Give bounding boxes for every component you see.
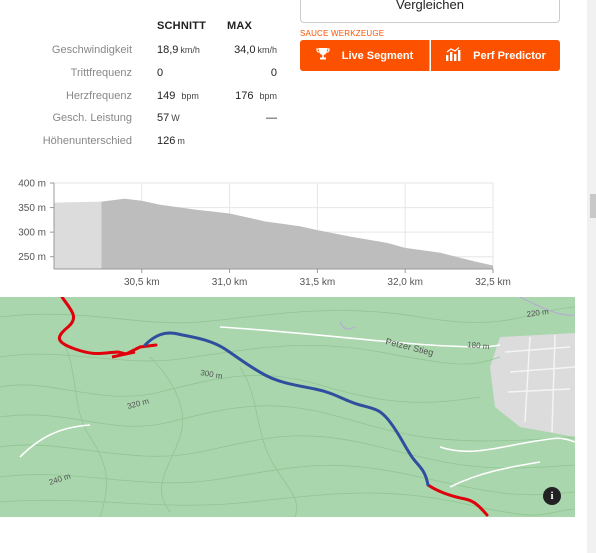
stat-label: Trittfrequenz: [70, 67, 132, 79]
scrollbar[interactable]: [587, 0, 596, 553]
stat-average: 149: [157, 90, 176, 102]
stat-average: 0: [157, 67, 164, 79]
elevation-chart[interactable]: 400 m 350 m 300 m 250 m 30,5 km 31,0 km 31,5 k…: [0, 175, 596, 293]
perf-predictor-label: Perf Predictor: [473, 49, 546, 62]
map-canvas: Petzer Stieg 220 m 180 m 300 m 320 m 240…: [0, 297, 575, 517]
elevation-chart-svg: 400 m 350 m 300 m 250 m 30,5 km 31,0 km 31,5 k…: [18, 179, 511, 289]
stat-average: 18,9: [157, 44, 179, 56]
route-map[interactable]: Petzer Stieg 220 m 180 m 300 m 320 m 240…: [0, 297, 575, 517]
sauce-tools-heading: SAUCE WERKZEUGE: [300, 29, 385, 38]
activity-stats-table: SCHNITT MAX Geschwindigkeit 18,9 km/h 34,…: [0, 0, 300, 170]
stat-label: Geschwindigkeit: [51, 44, 132, 56]
stat-label: Gesch. Leistung: [52, 112, 133, 124]
y-tick-label: 350 m: [18, 203, 46, 214]
perf-predictor-button[interactable]: Perf Predictor: [431, 40, 560, 71]
x-tick-label: 30,5 km: [124, 277, 160, 288]
compare-button[interactable]: Vergleichen: [300, 0, 560, 23]
stat-max: 0: [270, 67, 277, 79]
x-tick-label: 31,5 km: [300, 277, 336, 288]
scrollbar-thumb[interactable]: [590, 194, 596, 218]
stat-row-elevation: Höhenunterschied 126 m: [0, 135, 300, 153]
y-tick-label: 300 m: [18, 228, 46, 239]
stat-unit: km/h: [257, 45, 277, 55]
stat-max: 176: [235, 90, 254, 102]
column-header-max: MAX: [227, 20, 253, 32]
y-tick-label: 250 m: [18, 252, 46, 263]
live-segment-label: Live Segment: [341, 49, 414, 62]
stat-max: —: [266, 112, 277, 124]
stat-average: 126: [157, 135, 176, 147]
stat-row-cadence: Trittfrequenz 0 0: [0, 67, 300, 85]
x-tick-label: 32,5 km: [475, 277, 511, 288]
stat-row-power: Gesch. Leistung 57 W —: [0, 112, 300, 130]
column-header-average: SCHNITT: [157, 20, 207, 32]
trophy-icon: [316, 47, 330, 64]
stat-row-heartrate: Herzfrequenz 149 bpm 176 bpm: [0, 90, 300, 108]
bar-chart-icon: [445, 47, 461, 64]
chart-area-context: [54, 201, 102, 269]
stat-unit: bpm: [259, 91, 277, 101]
stat-unit: km/h: [180, 45, 200, 55]
stat-max: 34,0: [234, 44, 256, 56]
map-info-icon[interactable]: i: [543, 487, 561, 505]
stat-label: Höhenunterschied: [42, 135, 132, 147]
stat-row-speed: Geschwindigkeit 18,9 km/h 34,0 km/h: [0, 44, 300, 62]
stat-label: Herzfrequenz: [65, 90, 132, 102]
chart-area-series: [101, 198, 494, 269]
stat-unit: W: [171, 113, 180, 123]
y-tick-label: 400 m: [18, 179, 46, 190]
stat-unit: bpm: [181, 91, 199, 101]
live-segment-button[interactable]: Live Segment: [300, 40, 430, 71]
x-tick-label: 32,0 km: [387, 277, 423, 288]
stat-unit: m: [177, 136, 185, 146]
x-tick-label: 31,0 km: [212, 277, 248, 288]
stat-average: 57: [157, 112, 170, 124]
